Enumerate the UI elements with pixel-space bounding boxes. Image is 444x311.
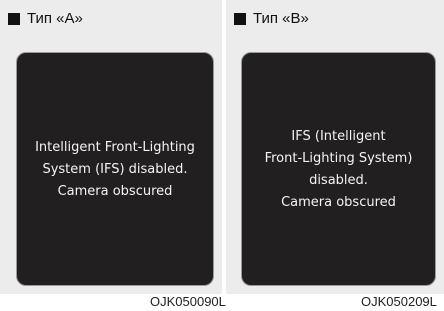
panel-title: Тип «A» <box>27 10 83 27</box>
cluster-display: Intelligent Front-Lighting System (IFS) … <box>16 52 214 286</box>
cluster-display: IFS (Intelligent Front-Lighting System) … <box>241 52 436 286</box>
panel-header: Тип «A» <box>8 10 83 28</box>
panel-type-b: Тип «B» IFS (Intelligent Front-Lighting … <box>226 0 444 294</box>
panel-header: Тип «B» <box>234 10 309 28</box>
panel-title: Тип «B» <box>253 10 309 27</box>
warning-message: Intelligent Front-Lighting System (IFS) … <box>35 140 195 199</box>
square-bullet-icon <box>8 13 20 25</box>
image-code: OJK050090L <box>150 294 226 309</box>
warning-message: IFS (Intelligent Front-Lighting System) … <box>264 129 413 210</box>
square-bullet-icon <box>234 13 246 25</box>
image-code: OJK050209L <box>361 294 437 309</box>
panel-type-a: Тип «A» Intelligent Front-Lighting Syste… <box>0 0 222 294</box>
